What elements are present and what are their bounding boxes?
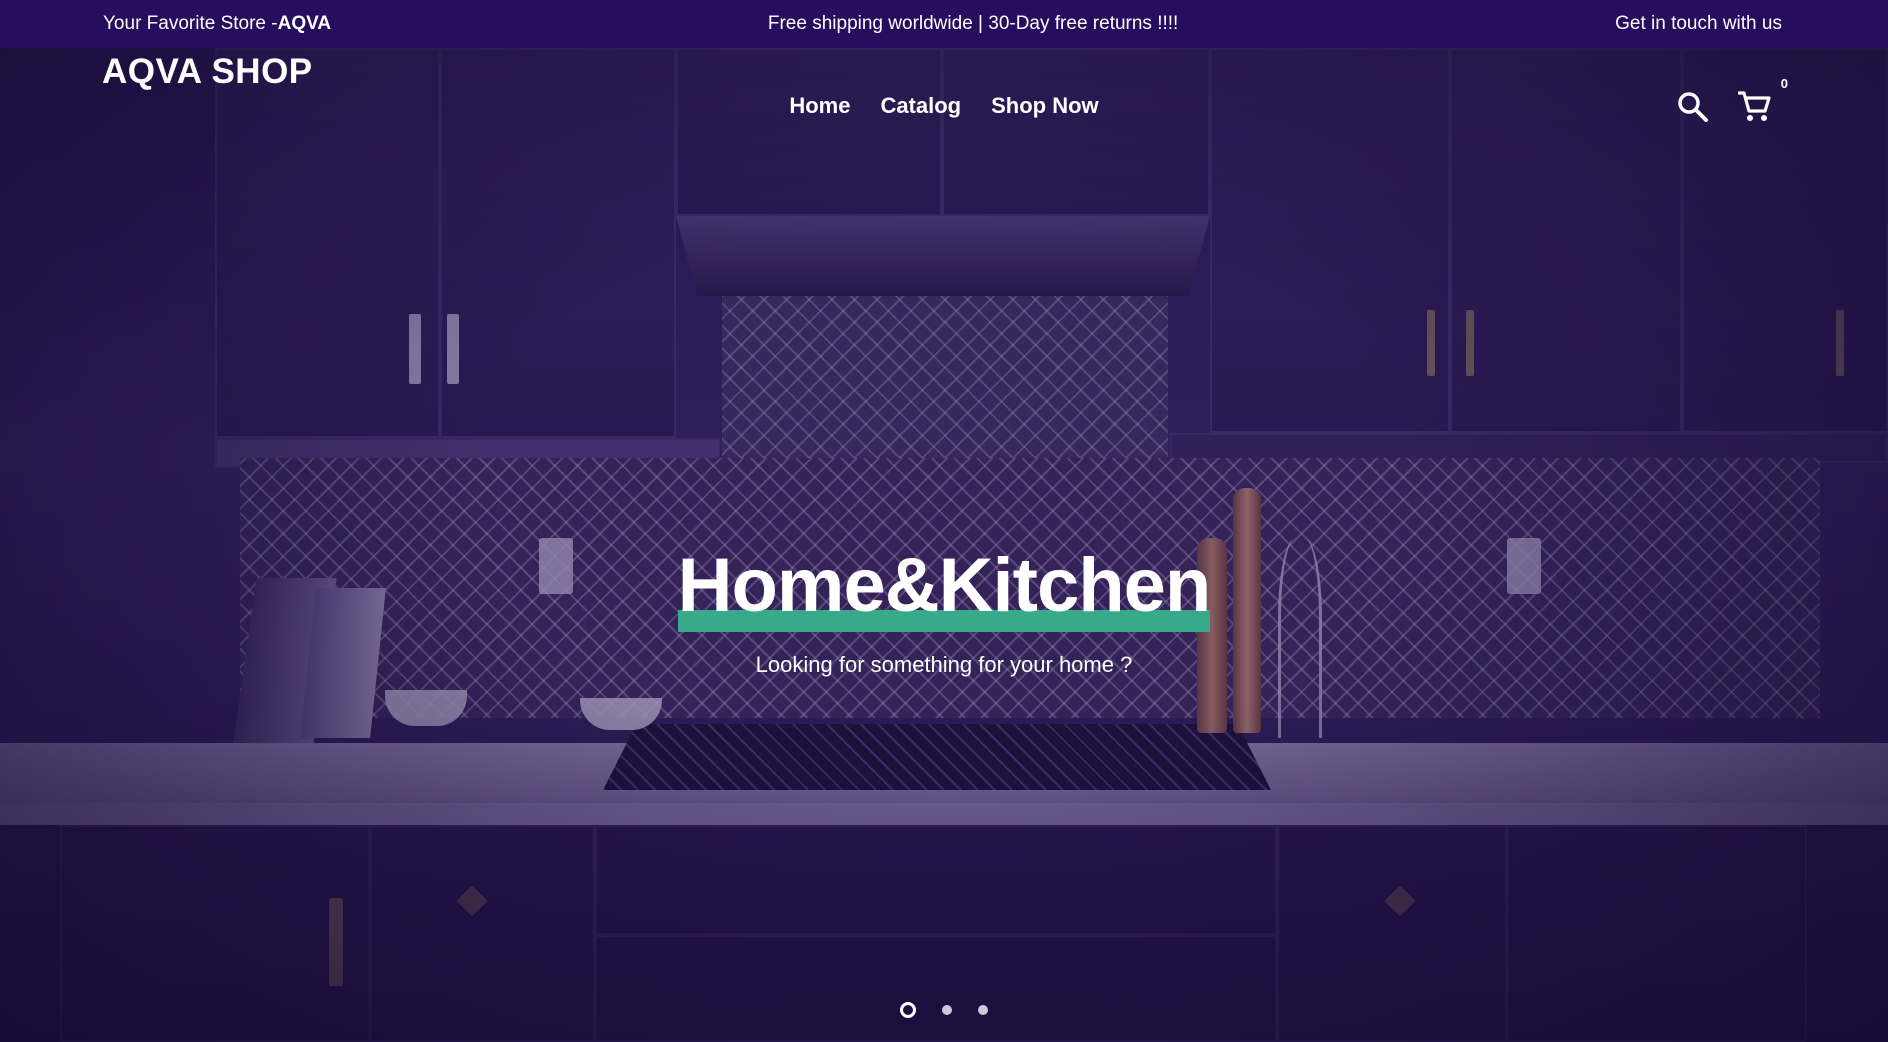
header-icons: 0 [1676, 76, 1788, 124]
site-logo[interactable]: AQVA SHOP [102, 52, 313, 92]
nav-catalog[interactable]: Catalog [880, 93, 961, 119]
carousel-indicators [0, 1002, 1888, 1018]
store-tagline-name: AQVA [277, 13, 332, 34]
nav-shop-now[interactable]: Shop Now [991, 93, 1099, 119]
cart-icon[interactable]: 0 [1736, 76, 1788, 124]
cart-count-badge: 0 [1780, 76, 1788, 91]
hero-subtitle: Looking for something for your home ? [755, 652, 1133, 677]
search-icon[interactable] [1676, 90, 1710, 124]
carousel-dot-3[interactable] [978, 1005, 988, 1015]
shipping-message: Free shipping worldwide | 30-Day free re… [767, 13, 1179, 34]
nav-home[interactable]: Home [789, 93, 850, 119]
store-tagline: Your Favorite Store -AQVA [103, 13, 331, 35]
carousel-dot-1[interactable] [900, 1002, 916, 1018]
hero-title: Home&Kitchen [677, 548, 1211, 632]
announcement-bar: Your Favorite Store -AQVA Free shipping … [0, 0, 1888, 48]
hero-title-text: Home&Kitchen [677, 543, 1212, 628]
store-tagline-prefix: Your Favorite Store - [103, 13, 278, 34]
main-nav: Home Catalog Shop Now [0, 93, 1888, 119]
carousel-dot-2[interactable] [942, 1005, 952, 1015]
hero-title-wrap: Home&Kitchen [0, 548, 1888, 632]
contact-link[interactable]: Get in touch with us [1615, 13, 1782, 35]
